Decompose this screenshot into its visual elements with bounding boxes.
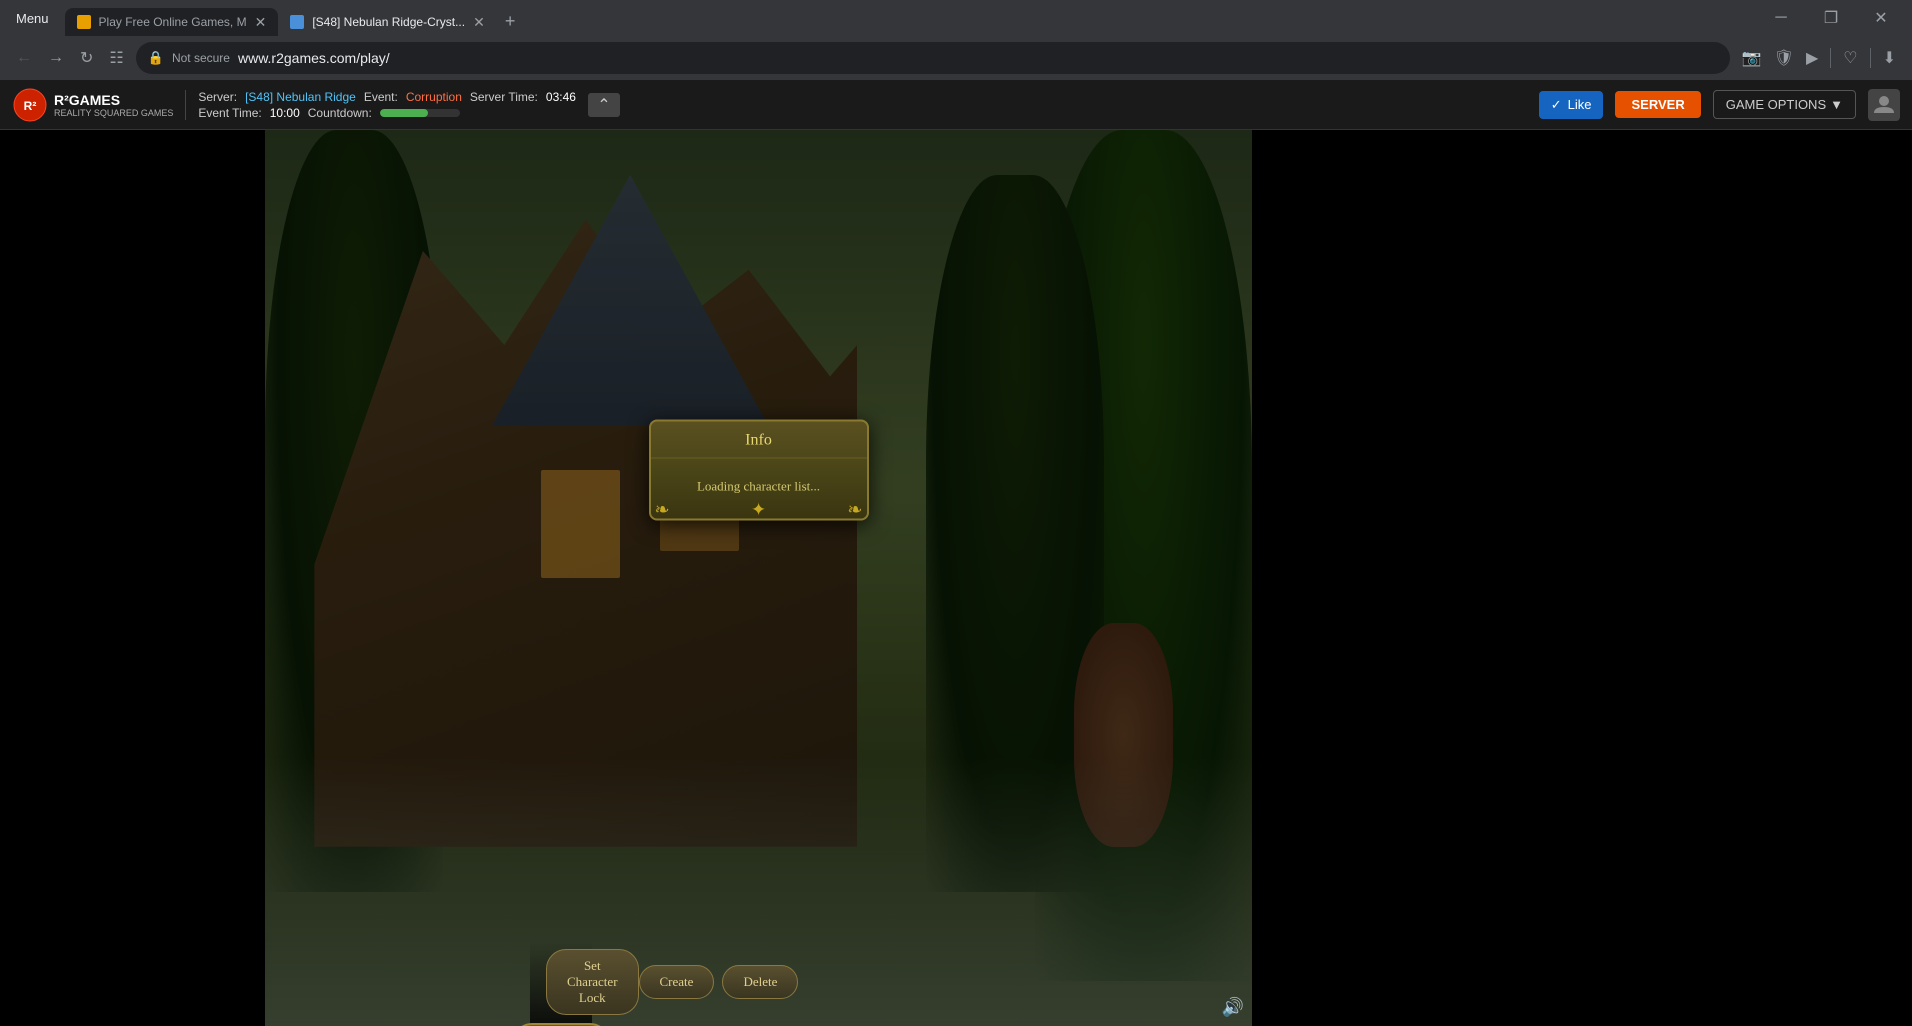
bookmark-icon[interactable]: ♡ bbox=[1839, 44, 1861, 72]
user-avatar[interactable] bbox=[1868, 89, 1900, 121]
info-dialog-title: Info bbox=[651, 422, 867, 459]
game-right-panel bbox=[1252, 130, 1912, 1026]
server-time-label: Server Time: bbox=[470, 90, 538, 104]
shield-icon[interactable]: 🛡 bbox=[1770, 44, 1798, 72]
svg-text:R²: R² bbox=[24, 99, 37, 113]
r2games-subtitle: REALITY SQUARED GAMES bbox=[54, 108, 173, 118]
scene-dark-overlay bbox=[265, 130, 1252, 1026]
game-bottom-bar: Set Character Lock Create Delete Enter G… bbox=[530, 941, 592, 1026]
game-area: Info Loading character list... ❧ ✦ ❧ Set… bbox=[0, 130, 1912, 1026]
url-text: www.r2games.com/play/ bbox=[238, 50, 390, 66]
corner-left-deco: ❧ bbox=[655, 500, 670, 521]
countdown-bar bbox=[380, 109, 460, 117]
tab2-close[interactable]: ✕ bbox=[473, 14, 485, 31]
lock-icon: 🔒 bbox=[148, 50, 164, 66]
minimize-button[interactable]: ─ bbox=[1758, 0, 1804, 36]
game-toolbar: R² R²GAMES REALITY SQUARED GAMES Server:… bbox=[0, 80, 1912, 130]
download-icon[interactable]: ⬇ bbox=[1879, 44, 1900, 72]
avatar-icon bbox=[1872, 93, 1896, 117]
restore-button[interactable]: ❐ bbox=[1808, 0, 1854, 36]
not-secure-label: Not secure bbox=[172, 51, 230, 65]
server-button[interactable]: SERVER bbox=[1615, 91, 1700, 118]
game-left-panel bbox=[0, 130, 265, 1026]
event-time-label: Event Time: bbox=[198, 106, 261, 120]
forward-button[interactable]: → bbox=[44, 45, 68, 71]
r2games-name: R²GAMES bbox=[54, 92, 173, 108]
info-dialog-corners: ❧ ✦ ❧ bbox=[651, 500, 867, 521]
tab1-title: Play Free Online Games, M bbox=[99, 15, 247, 29]
close-button[interactable]: ✕ bbox=[1858, 0, 1904, 36]
server-name: [S48] Nebulan Ridge bbox=[245, 90, 356, 104]
like-button[interactable]: ✓ Like bbox=[1539, 91, 1604, 119]
toolbar-separator bbox=[185, 90, 186, 120]
window-controls: ─ ❐ ✕ bbox=[1758, 0, 1904, 36]
server-info-row1: Server: [S48] Nebulan Ridge Event: Corru… bbox=[198, 90, 576, 104]
countdown-fill bbox=[380, 109, 428, 117]
scene-overlay bbox=[265, 130, 1252, 1026]
server-label: Server: bbox=[198, 90, 237, 104]
server-time-value: 03:46 bbox=[546, 90, 576, 104]
tab2-favicon bbox=[290, 15, 304, 29]
tab-2[interactable]: [S48] Nebulan Ridge-Cryst... ✕ bbox=[278, 8, 496, 36]
toolbar-divider2 bbox=[1870, 48, 1871, 68]
address-bar-actions: 📷 🛡 ▶ ♡ ⬇ bbox=[1738, 44, 1900, 72]
back-button[interactable]: ← bbox=[12, 45, 36, 71]
apps-button[interactable]: ☷ bbox=[105, 44, 127, 72]
info-dialog: Info Loading character list... ❧ ✦ ❧ bbox=[649, 420, 869, 521]
menu-button[interactable]: Menu bbox=[8, 7, 57, 30]
tab-1[interactable]: Play Free Online Games, M ✕ bbox=[65, 8, 279, 36]
corner-center-deco: ✦ bbox=[751, 500, 766, 521]
server-info-row2: Event Time: 10:00 Countdown: bbox=[198, 106, 576, 120]
event-time-value: 10:00 bbox=[270, 106, 300, 120]
corner-right-deco: ❧ bbox=[847, 500, 862, 521]
bottom-buttons-row: Set Character Lock Create Delete bbox=[530, 949, 592, 1015]
delete-button[interactable]: Delete bbox=[722, 965, 798, 999]
url-bar[interactable]: 🔒 Not secure www.r2games.com/play/ bbox=[136, 42, 1730, 74]
title-bar: Menu Play Free Online Games, M ✕ [S48] N… bbox=[0, 0, 1912, 36]
set-character-lock-button[interactable]: Set Character Lock bbox=[546, 949, 639, 1015]
new-tab-button[interactable]: + bbox=[497, 7, 524, 36]
info-dialog-message: Loading character list... bbox=[697, 479, 820, 495]
r2games-logo: R² R²GAMES REALITY SQUARED GAMES bbox=[12, 87, 173, 123]
tab1-close[interactable]: ✕ bbox=[255, 14, 267, 31]
event-label: Event: bbox=[364, 90, 398, 104]
camera-icon[interactable]: 📷 bbox=[1738, 44, 1766, 72]
game-options-button[interactable]: GAME OPTIONS ▼ bbox=[1713, 90, 1856, 119]
like-label: Like bbox=[1568, 97, 1592, 112]
checkmark-icon: ✓ bbox=[1551, 97, 1562, 113]
chevron-down-icon: ▼ bbox=[1830, 97, 1843, 112]
right-buttons: Create Delete bbox=[639, 965, 799, 999]
reload-button[interactable]: ↻ bbox=[76, 44, 97, 72]
game-scene: Info Loading character list... ❧ ✦ ❧ Set… bbox=[265, 130, 1252, 1026]
tabs-container: Play Free Online Games, M ✕ [S48] Nebula… bbox=[65, 0, 1750, 36]
toolbar-divider bbox=[1830, 48, 1831, 68]
cast-icon[interactable]: ▶ bbox=[1802, 44, 1822, 72]
sound-icon[interactable]: 🔊 bbox=[1222, 997, 1244, 1018]
r2games-logo-icon: R² bbox=[12, 87, 48, 123]
address-bar: ← → ↻ ☷ 🔒 Not secure www.r2games.com/pla… bbox=[0, 36, 1912, 80]
server-info: Server: [S48] Nebulan Ridge Event: Corru… bbox=[198, 90, 576, 120]
r2games-logo-text: R²GAMES REALITY SQUARED GAMES bbox=[54, 92, 173, 118]
tab2-title: [S48] Nebulan Ridge-Cryst... bbox=[312, 15, 465, 29]
game-options-label: GAME OPTIONS bbox=[1726, 97, 1826, 112]
create-button[interactable]: Create bbox=[639, 965, 715, 999]
tab1-favicon bbox=[77, 15, 91, 29]
countdown-label: Countdown: bbox=[308, 106, 372, 120]
event-name: Corruption bbox=[406, 90, 462, 104]
scroll-indicator[interactable]: ⌃ bbox=[588, 93, 620, 117]
